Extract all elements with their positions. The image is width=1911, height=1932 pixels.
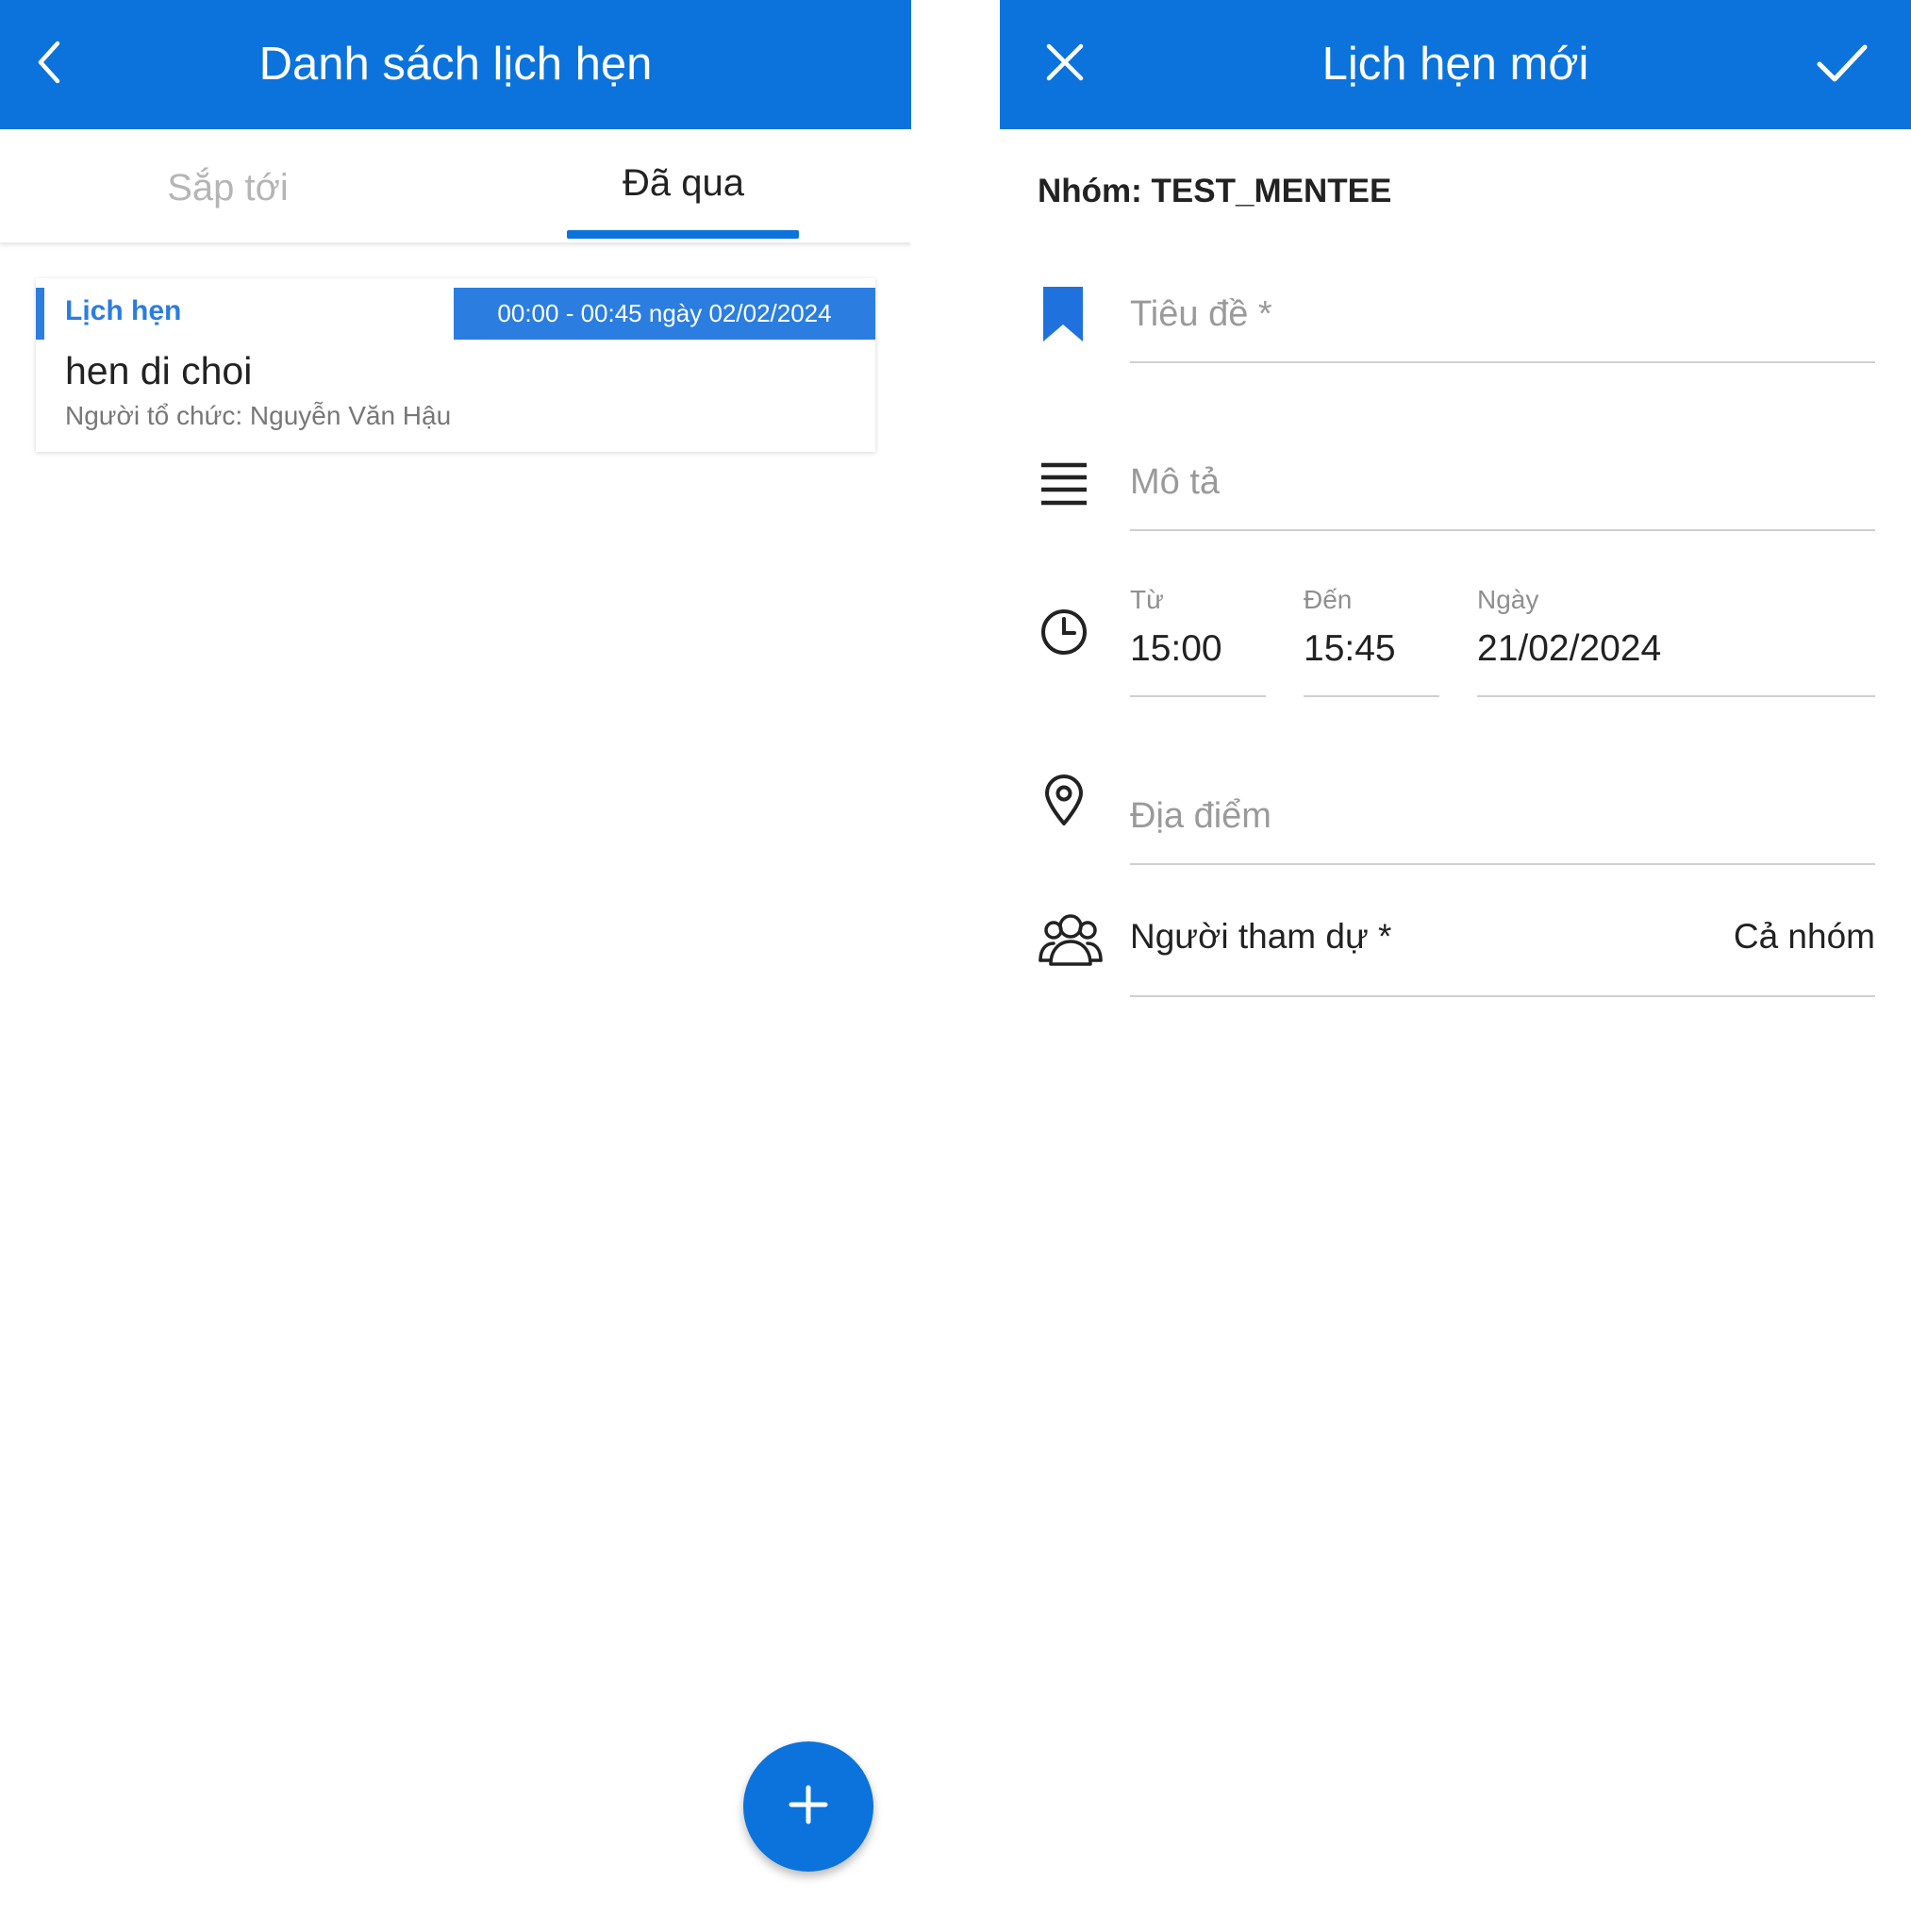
end-time-value: 15:45	[1304, 628, 1396, 669]
description-field	[1130, 451, 1875, 531]
group-name: Nhóm: TEST_MENTEE	[1038, 173, 1392, 209]
add-appointment-button[interactable]	[743, 1741, 873, 1872]
date-picker[interactable]: Ngày 21/02/2024	[1477, 585, 1875, 697]
tab-bar: Sắp tới Đã qua	[0, 129, 911, 242]
confirm-button[interactable]	[1804, 26, 1880, 102]
menu-lines-icon	[1039, 458, 1088, 510]
appbar: Danh sách lịch hẹn	[0, 0, 911, 129]
location-field	[1130, 785, 1875, 865]
active-tab-indicator	[567, 230, 799, 239]
appointment-title: hen di choi	[65, 349, 253, 392]
location-input[interactable]	[1130, 792, 1875, 840]
attendees-value: Cả nhóm	[1733, 917, 1875, 956]
page-title: Lịch hẹn mới	[1321, 39, 1589, 90]
attendees-selector[interactable]: Người tham dự * Cả nhóm	[1130, 906, 1875, 997]
appointment-card[interactable]: Lịch hẹn 00:00 - 00:45 ngày 02/02/2024 h…	[36, 278, 875, 452]
end-time-picker[interactable]: Đến 15:45	[1304, 585, 1439, 697]
title-field	[1130, 283, 1875, 363]
new-appointment-screen: Lịch hẹn mới Nhóm: TEST_MENTEE Từ 15:00 …	[1000, 0, 1911, 1932]
people-group-icon	[1038, 909, 1104, 970]
date-label: Ngày	[1477, 585, 1539, 614]
location-pin-icon	[1043, 774, 1085, 826]
appointment-list-screen: Danh sách lịch hẹn Sắp tới Đã qua Lịch h…	[0, 0, 911, 1932]
page-title: Danh sách lịch hẹn	[258, 39, 653, 90]
appointment-time-badge: 00:00 - 00:45 ngày 02/02/2024	[454, 288, 875, 340]
appbar: Lịch hẹn mới	[1000, 0, 1911, 129]
date-value: 21/02/2024	[1477, 628, 1662, 669]
appointment-type: Lịch hẹn	[65, 295, 182, 326]
start-time-label: Từ	[1130, 585, 1164, 614]
title-input[interactable]	[1130, 291, 1875, 338]
tab-upcoming[interactable]: Sắp tới	[0, 129, 456, 242]
check-icon	[1816, 42, 1869, 88]
plus-icon	[788, 1784, 829, 1830]
attendees-label: Người tham dự *	[1130, 917, 1392, 956]
end-time-label: Đến	[1304, 585, 1353, 614]
start-time-value: 15:00	[1130, 628, 1222, 669]
description-input[interactable]	[1130, 458, 1875, 506]
bookmark-icon	[1039, 285, 1087, 343]
appointment-organizer: Người tổ chức: Nguyễn Văn Hậu	[65, 401, 452, 430]
card-accent-bar	[36, 288, 44, 340]
tab-past[interactable]: Đã qua	[456, 129, 911, 242]
clock-icon	[1039, 608, 1088, 657]
start-time-picker[interactable]: Từ 15:00	[1130, 585, 1266, 697]
